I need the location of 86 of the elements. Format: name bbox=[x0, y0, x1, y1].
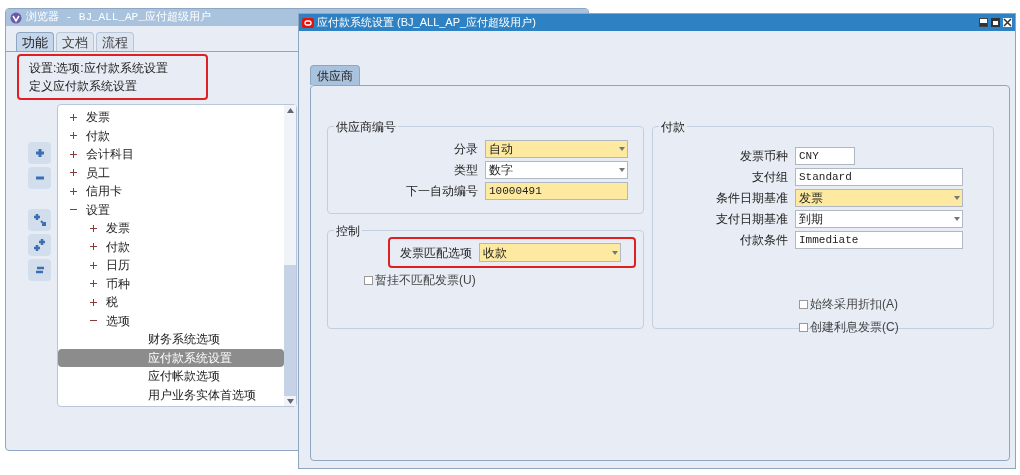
checkbox[interactable] bbox=[799, 299, 808, 309]
expand-icon[interactable] bbox=[69, 113, 77, 121]
tab[interactable]: 功能 bbox=[16, 32, 54, 51]
expand-icon[interactable] bbox=[89, 261, 97, 269]
scroll-thumb[interactable] bbox=[284, 265, 296, 396]
tree-item[interactable]: 选项 bbox=[58, 311, 284, 330]
collapse-button[interactable] bbox=[28, 167, 51, 189]
group-title: 供应商编号 bbox=[334, 118, 398, 136]
dropdown-field[interactable]: 发票 bbox=[795, 189, 963, 207]
input-field[interactable]: Standard bbox=[795, 168, 963, 186]
dropdown-field[interactable]: 数字 bbox=[485, 161, 628, 179]
expand-icon[interactable] bbox=[89, 280, 97, 288]
minimize-button[interactable] bbox=[979, 18, 988, 27]
collapse-all-button[interactable] bbox=[28, 259, 51, 281]
window-title: 浏览器 - BJ_ALL_AP_应付超级用户 bbox=[26, 10, 211, 26]
tree-item[interactable]: 设置 bbox=[58, 200, 284, 219]
tree-item[interactable]: 员工 bbox=[58, 163, 284, 182]
dropdown-arrow-icon bbox=[612, 250, 618, 255]
expand-icon[interactable] bbox=[69, 169, 77, 177]
dropdown-field[interactable]: 收款 bbox=[479, 243, 621, 262]
tab[interactable]: 供应商 bbox=[310, 65, 360, 85]
expand-all-button[interactable] bbox=[28, 234, 51, 256]
expand-button[interactable] bbox=[28, 142, 51, 164]
expand-icon[interactable] bbox=[89, 224, 97, 232]
tree-item[interactable]: 发票 bbox=[58, 108, 284, 127]
dropdown-arrow-icon bbox=[619, 147, 625, 151]
tab[interactable]: 流程 bbox=[96, 32, 134, 51]
checkbox[interactable] bbox=[364, 275, 373, 285]
dropdown-arrow-icon bbox=[954, 217, 960, 221]
minimize-icon bbox=[980, 23, 987, 26]
maximize-button[interactable] bbox=[991, 18, 1000, 27]
plus-icon bbox=[34, 148, 45, 158]
expand-branch-button[interactable] bbox=[28, 209, 51, 231]
tab[interactable]: 文档 bbox=[56, 32, 94, 51]
double-plus-icon bbox=[32, 238, 47, 252]
close-icon bbox=[1003, 18, 1012, 27]
expand-icon[interactable] bbox=[69, 150, 77, 158]
expand-icon[interactable] bbox=[69, 132, 77, 140]
close-button[interactable] bbox=[1003, 18, 1012, 27]
minus-icon bbox=[34, 176, 45, 180]
expand-icon[interactable] bbox=[89, 298, 97, 306]
plus-arrow-icon bbox=[32, 213, 47, 227]
tree-item[interactable]: 币种 bbox=[58, 274, 284, 293]
field-label: 发票匹配选项 bbox=[400, 244, 472, 262]
checkbox[interactable] bbox=[799, 322, 808, 332]
double-minus-icon bbox=[33, 265, 46, 275]
scroll-down-icon bbox=[286, 399, 294, 404]
dropdown-field[interactable]: 到期 bbox=[795, 210, 963, 228]
app-icon bbox=[10, 11, 22, 24]
tree-item[interactable]: 信用卡 bbox=[58, 182, 284, 201]
dropdown-arrow-icon bbox=[954, 196, 960, 200]
tree-item[interactable]: 日历 bbox=[58, 256, 284, 275]
oracle-icon bbox=[302, 17, 314, 28]
field-label: 下一自动编号 bbox=[405, 183, 478, 200]
scroll-up-icon bbox=[286, 108, 294, 113]
field-label: 发票币种 bbox=[739, 148, 788, 165]
field-label: 分录 bbox=[453, 141, 478, 158]
field-label: 支付组 bbox=[751, 169, 788, 186]
field-label: 条件日期基准 bbox=[715, 190, 788, 207]
dropdown-arrow-icon bbox=[619, 168, 625, 172]
tree-item[interactable]: 应付帐款选项 bbox=[58, 367, 284, 386]
checkbox-label[interactable]: 创建利息发票(C) bbox=[810, 318, 899, 336]
window-title: 应付款系统设置 (BJ_ALL_AP_应付超级用户) bbox=[317, 15, 537, 31]
tree-item[interactable]: 用户业务实体首选项 bbox=[58, 385, 284, 404]
input-field[interactable]: CNY bbox=[795, 147, 855, 165]
dropdown-field[interactable]: 自动 bbox=[485, 140, 628, 158]
tree-item[interactable]: 付款 bbox=[58, 237, 284, 256]
group-title: 付款 bbox=[659, 118, 687, 136]
field-label: 类型 bbox=[453, 162, 478, 179]
expand-icon[interactable] bbox=[69, 187, 77, 195]
tree-item[interactable]: 发票 bbox=[58, 219, 284, 238]
scrollbar[interactable] bbox=[284, 105, 296, 406]
field-label: 付款条件 bbox=[739, 232, 788, 249]
expand-icon[interactable] bbox=[89, 243, 97, 251]
tree-item[interactable]: 财务系统选项 bbox=[58, 330, 284, 349]
tree-item[interactable]: 税 bbox=[58, 293, 284, 312]
checkbox-label[interactable]: 始终采用折扣(A) bbox=[810, 295, 898, 313]
checkbox-label[interactable]: 暂挂不匹配发票(U) bbox=[375, 271, 476, 289]
group-title: 控制 bbox=[334, 222, 362, 240]
input-field[interactable]: Immediate bbox=[795, 231, 963, 249]
tree-item[interactable]: 付款 bbox=[58, 126, 284, 145]
function-path: 设置:选项:应付款系统设置 bbox=[29, 62, 169, 74]
input-field[interactable]: 10000491 bbox=[485, 182, 628, 200]
function-description: 定义应付款系统设置 bbox=[29, 80, 138, 92]
field-label: 支付日期基准 bbox=[715, 211, 788, 228]
tree-item[interactable]: 会计科目 bbox=[58, 145, 284, 164]
